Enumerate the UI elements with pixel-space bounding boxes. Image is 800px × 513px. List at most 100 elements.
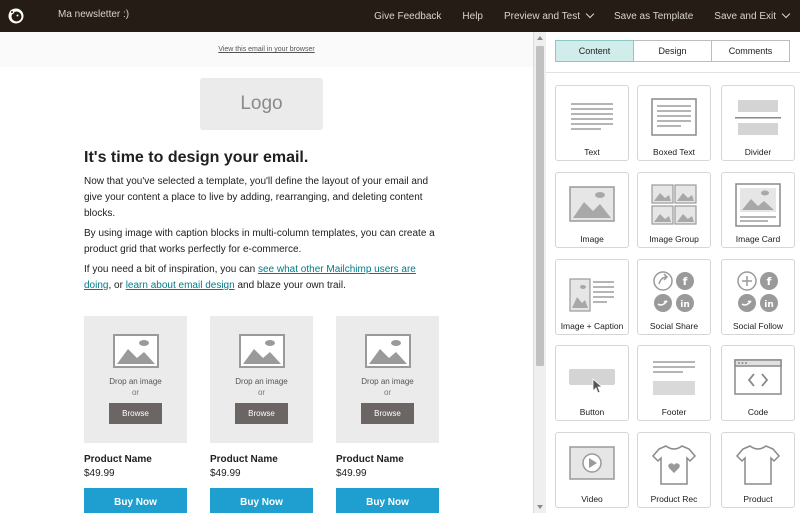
svg-text:f: f: [767, 275, 772, 288]
image-drop-zone[interactable]: Drop an image or Browse: [210, 316, 313, 443]
logo-placeholder[interactable]: Logo: [200, 78, 323, 130]
image-group-block-icon: [651, 184, 697, 225]
block-label: Product: [743, 494, 773, 504]
browse-button[interactable]: Browse: [361, 403, 414, 424]
scroll-down-arrow-icon[interactable]: [537, 505, 543, 509]
inspiration-paragraph[interactable]: If you need a bit of inspiration, you ca…: [84, 262, 444, 294]
block-label: Image Card: [735, 234, 781, 244]
preview-and-test-label: Preview and Test: [504, 10, 580, 22]
chevron-down-icon: [585, 9, 595, 19]
browse-button[interactable]: Browse: [109, 403, 162, 424]
product-rec-block-tile[interactable]: Product Rec: [637, 432, 711, 508]
boxed-text-block-tile[interactable]: Boxed Text: [637, 85, 711, 161]
image-placeholder-icon: [364, 334, 411, 368]
image-drop-zone[interactable]: Drop an image or Browse: [84, 316, 187, 443]
preview-and-test-menu[interactable]: Preview and Test: [504, 9, 595, 22]
intro-paragraph[interactable]: Now that you've selected a template, you…: [84, 174, 444, 222]
product-name[interactable]: Product Name: [210, 454, 313, 465]
code-block-tile[interactable]: Code: [721, 345, 795, 421]
product-block-tile[interactable]: Product: [721, 432, 795, 508]
social-follow-block-tile[interactable]: f in Social Follow: [721, 259, 795, 335]
product-name[interactable]: Product Name: [336, 454, 439, 465]
product-rec-block-icon: [651, 445, 697, 485]
document-title[interactable]: Ma newsletter :): [58, 9, 129, 20]
tab-design[interactable]: Design: [633, 40, 712, 62]
image-placeholder-icon: [238, 334, 285, 368]
social-share-block-tile[interactable]: f in Social Share: [637, 259, 711, 335]
buy-now-button[interactable]: Buy Now: [336, 488, 439, 513]
block-label: Image Group: [649, 234, 699, 244]
product-block-icon: [735, 445, 781, 485]
content-blocks-panel: Content Design Comments Text Boxed Text …: [546, 32, 800, 513]
divider-block-icon: [735, 100, 781, 135]
footer-block-icon: [653, 361, 695, 395]
button-block-tile[interactable]: Button: [555, 345, 629, 421]
product-card: Drop an image or Browse Product Name $49…: [210, 316, 313, 513]
image-placeholder-icon: [112, 334, 159, 368]
svg-text:f: f: [683, 275, 688, 288]
tab-comments[interactable]: Comments: [711, 40, 790, 62]
block-label: Footer: [661, 407, 687, 417]
block-label: Image + Caption: [560, 321, 624, 331]
svg-text:in: in: [680, 300, 690, 310]
product-grid-paragraph[interactable]: By using image with caption blocks in mu…: [84, 226, 444, 258]
block-label: Social Share: [649, 321, 699, 331]
mailchimp-logo-icon[interactable]: [0, 0, 32, 32]
save-and-exit-menu[interactable]: Save and Exit: [714, 9, 791, 22]
video-block-icon: [569, 446, 615, 480]
scroll-up-arrow-icon[interactable]: [537, 36, 543, 40]
inspiration-text-middle: , or: [108, 280, 126, 291]
drop-image-text: Drop an image: [361, 377, 414, 386]
image-card-block-icon: [735, 183, 781, 227]
product-name[interactable]: Product Name: [84, 454, 187, 465]
button-block-icon: [569, 369, 615, 394]
block-label: Image: [580, 234, 604, 244]
drop-image-text: Drop an image: [235, 377, 288, 386]
block-label: Social Follow: [732, 321, 784, 331]
buy-now-button[interactable]: Buy Now: [210, 488, 313, 513]
email-canvas[interactable]: View this email in your browser Logo It'…: [0, 32, 533, 513]
text-block-tile[interactable]: Text: [555, 85, 629, 161]
give-feedback-link[interactable]: Give Feedback: [374, 11, 441, 22]
block-label: Code: [747, 407, 769, 417]
scrollbar-thumb[interactable]: [536, 46, 544, 366]
image-drop-zone[interactable]: Drop an image or Browse: [336, 316, 439, 443]
image-group-block-tile[interactable]: Image Group: [637, 172, 711, 248]
video-block-tile[interactable]: Video: [555, 432, 629, 508]
block-label: Text: [584, 147, 600, 157]
chevron-down-icon: [781, 9, 791, 19]
product-price[interactable]: $49.99: [84, 468, 187, 479]
product-card: Drop an image or Browse Product Name $49…: [84, 316, 187, 513]
view-in-browser-link[interactable]: View this email in your browser: [218, 46, 314, 53]
text-block-icon: [571, 103, 613, 130]
canvas-scrollbar[interactable]: [533, 32, 546, 513]
or-text: or: [383, 388, 392, 397]
footer-block-tile[interactable]: Footer: [637, 345, 711, 421]
divider-block-tile[interactable]: Divider: [721, 85, 795, 161]
or-text: or: [131, 388, 140, 397]
block-label: Button: [579, 407, 605, 417]
image-caption-block-icon: [569, 278, 614, 312]
save-as-template-button[interactable]: Save as Template: [614, 11, 693, 22]
tab-content[interactable]: Content: [555, 40, 634, 62]
email-design-link[interactable]: learn about email design: [126, 280, 235, 291]
product-price[interactable]: $49.99: [210, 468, 313, 479]
social-follow-block-icon: f in: [737, 271, 778, 312]
email-headline[interactable]: It's time to design your email.: [84, 149, 308, 167]
top-bar: Ma newsletter :) Give Feedback Help Prev…: [0, 0, 800, 32]
panel-tabs: Content Design Comments: [555, 40, 790, 62]
product-price[interactable]: $49.99: [336, 468, 439, 479]
block-label: Divider: [744, 147, 772, 157]
preheader: View this email in your browser: [0, 32, 533, 67]
image-card-block-tile[interactable]: Image Card: [721, 172, 795, 248]
svg-text:in: in: [764, 300, 774, 310]
image-caption-block-tile[interactable]: Image + Caption: [555, 259, 629, 335]
top-navigation: Give Feedback Help Preview and Test Save…: [374, 0, 800, 32]
browse-button[interactable]: Browse: [235, 403, 288, 424]
buy-now-button[interactable]: Buy Now: [84, 488, 187, 513]
or-text: or: [257, 388, 266, 397]
help-link[interactable]: Help: [462, 11, 483, 22]
inspiration-text-start: If you need a bit of inspiration, you ca…: [84, 264, 258, 275]
image-block-tile[interactable]: Image: [555, 172, 629, 248]
product-card: Drop an image or Browse Product Name $49…: [336, 316, 439, 513]
